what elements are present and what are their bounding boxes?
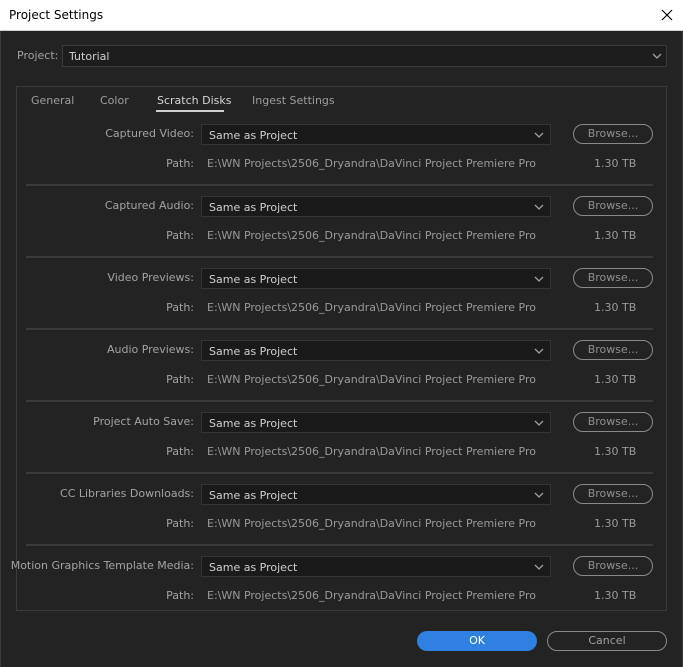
path-value: E:\WN Projects\2506_Dryandra\DaVinci Pro… bbox=[207, 373, 536, 386]
divider bbox=[26, 472, 653, 474]
free-space: 1.30 TB bbox=[594, 445, 637, 458]
divider bbox=[26, 400, 653, 402]
chevron-down-icon bbox=[534, 204, 544, 210]
title-bar: Project Settings bbox=[0, 0, 683, 31]
path-value: E:\WN Projects\2506_Dryandra\DaVinci Pro… bbox=[207, 301, 536, 314]
location-dropdown[interactable]: Same as Project bbox=[201, 340, 551, 361]
browse-button[interactable]: Browse... bbox=[573, 268, 653, 288]
tab-scratch-disks[interactable]: Scratch Disks bbox=[157, 94, 231, 107]
chevron-down-icon bbox=[534, 276, 544, 282]
path-value: E:\WN Projects\2506_Dryandra\DaVinci Pro… bbox=[207, 589, 536, 602]
dropdown-value: Same as Project bbox=[209, 201, 298, 214]
location-dropdown[interactable]: Same as Project bbox=[201, 484, 551, 505]
tab-color[interactable]: Color bbox=[100, 94, 129, 107]
browse-button[interactable]: Browse... bbox=[573, 124, 653, 144]
browse-button[interactable]: Browse... bbox=[573, 196, 653, 216]
divider bbox=[26, 544, 653, 546]
chevron-down-icon bbox=[534, 492, 544, 498]
path-label: Path: bbox=[166, 157, 194, 170]
location-dropdown[interactable]: Same as Project bbox=[201, 268, 551, 289]
path-label: Path: bbox=[166, 589, 194, 602]
path-value: E:\WN Projects\2506_Dryandra\DaVinci Pro… bbox=[207, 157, 536, 170]
divider bbox=[26, 184, 653, 186]
free-space: 1.30 TB bbox=[594, 157, 637, 170]
chevron-down-icon bbox=[534, 564, 544, 570]
path-value: E:\WN Projects\2506_Dryandra\DaVinci Pro… bbox=[207, 445, 536, 458]
browse-button[interactable]: Browse... bbox=[573, 412, 653, 432]
row-label: Motion Graphics Template Media: bbox=[10, 559, 194, 572]
location-dropdown[interactable]: Same as Project bbox=[201, 412, 551, 433]
project-select[interactable]: Tutorial bbox=[62, 45, 667, 67]
browse-button[interactable]: Browse... bbox=[573, 484, 653, 504]
browse-button[interactable]: Browse... bbox=[573, 556, 653, 576]
project-value: Tutorial bbox=[69, 50, 110, 63]
row-label: Audio Previews: bbox=[106, 343, 194, 356]
row-label: Captured Audio: bbox=[104, 199, 194, 212]
free-space: 1.30 TB bbox=[594, 229, 637, 242]
free-space: 1.30 TB bbox=[594, 517, 637, 530]
chevron-down-icon bbox=[534, 348, 544, 354]
path-label: Path: bbox=[166, 301, 194, 314]
tab-general[interactable]: General bbox=[31, 94, 74, 107]
row-label: Captured Video: bbox=[105, 127, 194, 140]
close-icon bbox=[661, 9, 672, 21]
active-tab-indicator bbox=[156, 110, 224, 112]
window-title: Project Settings bbox=[9, 8, 104, 22]
free-space: 1.30 TB bbox=[594, 301, 637, 314]
window-edge-left bbox=[0, 31, 1, 667]
chevron-down-icon bbox=[534, 132, 544, 138]
cancel-button[interactable]: Cancel bbox=[547, 631, 667, 651]
dropdown-value: Same as Project bbox=[209, 129, 298, 142]
location-dropdown[interactable]: Same as Project bbox=[201, 556, 551, 577]
row-label: CC Libraries Downloads: bbox=[60, 487, 194, 500]
path-label: Path: bbox=[166, 445, 194, 458]
row-label: Video Previews: bbox=[107, 271, 194, 284]
free-space: 1.30 TB bbox=[594, 589, 637, 602]
path-value: E:\WN Projects\2506_Dryandra\DaVinci Pro… bbox=[207, 517, 536, 530]
path-label: Path: bbox=[166, 373, 194, 386]
dropdown-value: Same as Project bbox=[209, 489, 298, 502]
ok-button[interactable]: OK bbox=[417, 631, 537, 651]
divider bbox=[26, 328, 653, 330]
location-dropdown[interactable]: Same as Project bbox=[201, 196, 551, 217]
tab-ingest-settings[interactable]: Ingest Settings bbox=[252, 94, 335, 107]
browse-button[interactable]: Browse... bbox=[573, 340, 653, 360]
row-label: Project Auto Save: bbox=[93, 415, 194, 428]
project-label: Project: bbox=[17, 49, 59, 62]
divider bbox=[26, 256, 653, 258]
dropdown-value: Same as Project bbox=[209, 345, 298, 358]
free-space: 1.30 TB bbox=[594, 373, 637, 386]
path-value: E:\WN Projects\2506_Dryandra\DaVinci Pro… bbox=[207, 229, 536, 242]
path-label: Path: bbox=[166, 229, 194, 242]
dropdown-value: Same as Project bbox=[209, 273, 298, 286]
close-button[interactable] bbox=[650, 0, 683, 30]
location-dropdown[interactable]: Same as Project bbox=[201, 124, 551, 145]
dropdown-value: Same as Project bbox=[209, 417, 298, 430]
path-label: Path: bbox=[166, 517, 194, 530]
dropdown-value: Same as Project bbox=[209, 561, 298, 574]
chevron-down-icon bbox=[652, 53, 662, 59]
chevron-down-icon bbox=[534, 420, 544, 426]
